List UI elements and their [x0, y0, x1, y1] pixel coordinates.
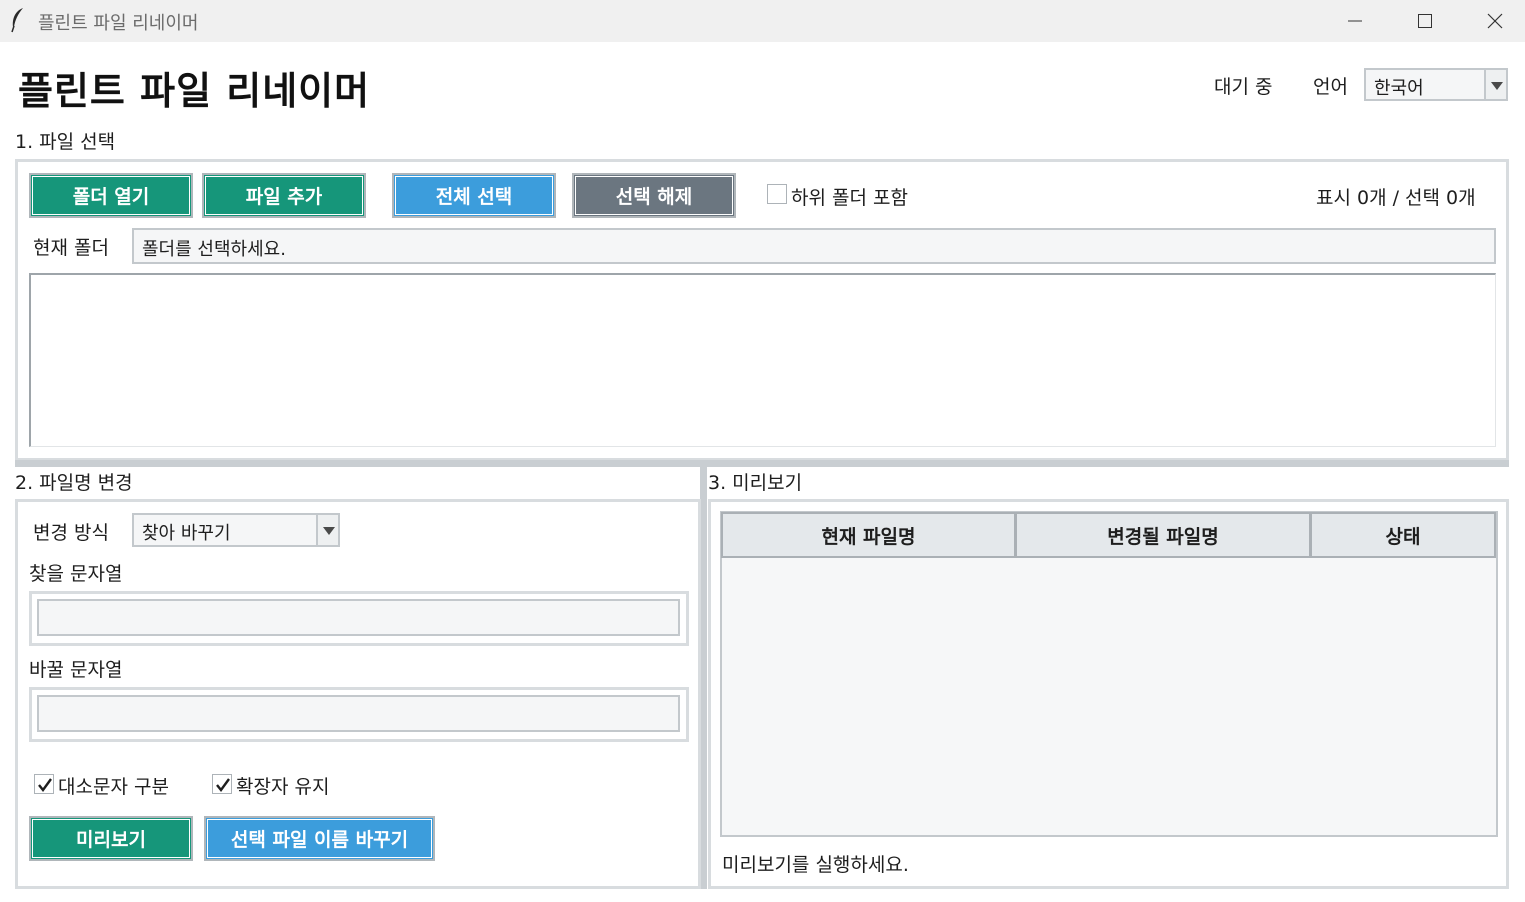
replace-input[interactable] — [37, 695, 680, 732]
keep-extension-label: 확장자 유지 — [236, 776, 330, 798]
find-input[interactable] — [37, 599, 680, 636]
mode-select[interactable]: 찾아 바꾸기 — [132, 513, 340, 547]
close-button[interactable] — [1460, 0, 1525, 42]
file-list[interactable] — [29, 273, 1496, 447]
preview-status-text: 미리보기를 실행하세요. — [722, 854, 909, 876]
mode-value: 찾아 바꾸기 — [142, 523, 231, 544]
chevron-down-icon[interactable] — [316, 515, 338, 545]
add-file-button[interactable]: 파일 추가 — [202, 173, 366, 218]
rename-selected-button[interactable]: 선택 파일 이름 바꾸기 — [204, 816, 435, 861]
mode-label: 변경 방식 — [33, 522, 109, 544]
keep-extension-checkbox[interactable] — [212, 774, 232, 794]
window-titlebar: 플린트 파일 리네이머 — [0, 0, 1525, 42]
app-title: 플린트 파일 리네이머 — [18, 69, 371, 113]
maximize-icon — [1418, 14, 1432, 28]
language-label: 언어 — [1313, 76, 1348, 98]
include-subfolders-checkbox[interactable] — [767, 184, 787, 204]
deselect-button[interactable]: 선택 해제 — [572, 173, 736, 218]
checkmark-icon — [216, 778, 230, 792]
current-folder-value: 폴더를 선택하세요. — [142, 239, 286, 260]
file-select-section-label: 1. 파일 선택 — [15, 131, 116, 153]
horizontal-pane-sash[interactable] — [15, 460, 1509, 467]
chevron-down-icon[interactable] — [1484, 70, 1506, 99]
find-label: 찾을 문자열 — [29, 563, 123, 585]
case-sensitive-checkbox[interactable] — [34, 774, 54, 794]
status-label: 대기 중 — [1214, 76, 1273, 98]
file-counts: 표시 0개 / 선택 0개 — [1316, 187, 1476, 209]
rename-section-label: 2. 파일명 변경 — [15, 472, 133, 494]
column-header-status[interactable]: 상태 — [1310, 512, 1496, 558]
current-folder-label: 현재 폴더 — [33, 237, 109, 259]
feather-icon — [11, 8, 23, 33]
column-header-current[interactable]: 현재 파일명 — [721, 512, 1016, 558]
preview-table[interactable] — [720, 511, 1498, 837]
preview-section-label: 3. 미리보기 — [708, 472, 803, 494]
language-value: 한국어 — [1374, 78, 1424, 99]
current-folder-field[interactable]: 폴더를 선택하세요. — [132, 228, 1496, 264]
language-select[interactable]: 한국어 — [1364, 68, 1508, 101]
preview-button[interactable]: 미리보기 — [29, 816, 193, 861]
minimize-icon — [1348, 20, 1362, 22]
vertical-pane-sash[interactable] — [700, 467, 707, 889]
window-title: 플린트 파일 리네이머 — [38, 13, 199, 34]
open-folder-button[interactable]: 폴더 열기 — [29, 173, 193, 218]
case-sensitive-label: 대소문자 구분 — [58, 776, 169, 798]
select-all-button[interactable]: 전체 선택 — [392, 173, 556, 218]
include-subfolders-label: 하위 폴더 포함 — [791, 187, 908, 209]
replace-label: 바꿀 문자열 — [29, 659, 123, 681]
minimize-button[interactable] — [1320, 0, 1390, 42]
maximize-button[interactable] — [1390, 0, 1460, 42]
checkmark-icon — [38, 778, 52, 792]
column-header-new[interactable]: 변경될 파일명 — [1015, 512, 1311, 558]
close-icon — [1487, 13, 1503, 29]
